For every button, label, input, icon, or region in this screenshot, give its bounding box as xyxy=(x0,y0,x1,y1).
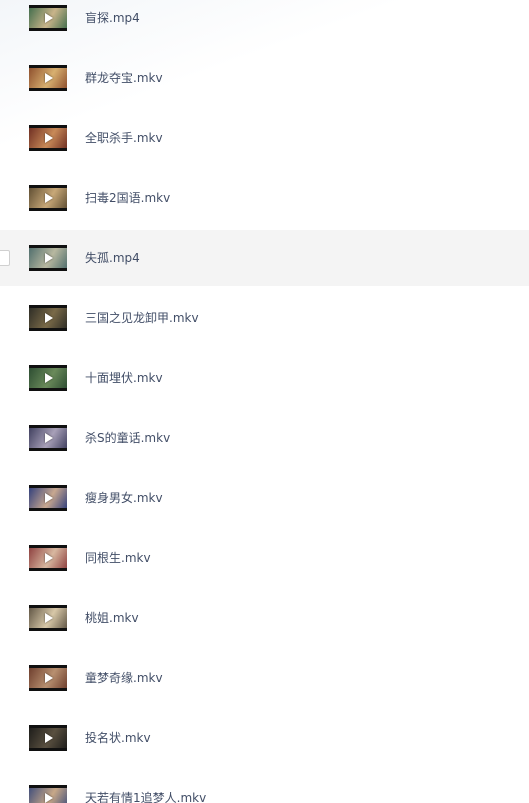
play-icon xyxy=(45,673,53,683)
file-name[interactable]: 扫毒2国语.mkv xyxy=(85,189,170,207)
file-name[interactable]: 桃姐.mkv xyxy=(85,609,139,627)
video-thumbnail[interactable] xyxy=(29,185,67,211)
play-icon xyxy=(45,793,53,803)
video-thumbnail[interactable] xyxy=(29,545,67,571)
play-icon xyxy=(45,733,53,743)
play-icon xyxy=(45,193,53,203)
video-thumbnail[interactable] xyxy=(29,65,67,91)
file-name[interactable]: 杀S的童话.mkv xyxy=(85,429,170,447)
video-thumbnail[interactable] xyxy=(29,5,67,31)
file-name[interactable]: 童梦奇缘.mkv xyxy=(85,669,163,687)
file-name[interactable]: 全职杀手.mkv xyxy=(85,129,163,147)
play-icon xyxy=(45,493,53,503)
play-icon xyxy=(45,253,53,263)
play-icon xyxy=(45,613,53,623)
play-icon xyxy=(45,73,53,83)
file-name[interactable]: 同根生.mkv xyxy=(85,549,151,567)
file-row[interactable]: 三国之见龙卸甲.mkv xyxy=(0,290,529,346)
file-row[interactable]: 天若有情1追梦人.mkv xyxy=(0,770,529,803)
file-row[interactable]: 瘦身男女.mkv xyxy=(0,470,529,526)
file-name[interactable]: 天若有情1追梦人.mkv xyxy=(85,789,206,803)
video-thumbnail[interactable] xyxy=(29,665,67,691)
file-name[interactable]: 投名状.mkv xyxy=(85,729,151,747)
file-row[interactable]: 扫毒2国语.mkv xyxy=(0,170,529,226)
file-name[interactable]: 失孤.mp4 xyxy=(85,249,140,267)
file-name[interactable]: 十面埋伏.mkv xyxy=(85,369,163,387)
play-icon xyxy=(45,133,53,143)
video-thumbnail[interactable] xyxy=(29,365,67,391)
file-list: 盲探.mp4 群龙夺宝.mkv 全职杀手.mkv 扫毒2国语.mkv 失孤.mp4 三国之… xyxy=(0,0,529,803)
file-row[interactable]: 十面埋伏.mkv xyxy=(0,350,529,406)
file-row[interactable]: 投名状.mkv xyxy=(0,710,529,766)
file-name[interactable]: 瘦身男女.mkv xyxy=(85,489,163,507)
video-thumbnail[interactable] xyxy=(29,785,67,803)
file-row[interactable]: 盲探.mp4 xyxy=(0,0,529,46)
video-thumbnail[interactable] xyxy=(29,485,67,511)
video-thumbnail[interactable] xyxy=(29,305,67,331)
play-icon xyxy=(45,313,53,323)
play-icon xyxy=(45,433,53,443)
file-row[interactable]: 童梦奇缘.mkv xyxy=(0,650,529,706)
file-row[interactable]: 杀S的童话.mkv xyxy=(0,410,529,466)
video-thumbnail[interactable] xyxy=(29,245,67,271)
play-icon xyxy=(45,553,53,563)
file-row[interactable]: 失孤.mp4 xyxy=(0,230,529,286)
video-thumbnail[interactable] xyxy=(29,125,67,151)
row-checkbox[interactable] xyxy=(0,250,10,266)
video-thumbnail[interactable] xyxy=(29,725,67,751)
file-row[interactable]: 同根生.mkv xyxy=(0,530,529,586)
play-icon xyxy=(45,13,53,23)
file-name[interactable]: 群龙夺宝.mkv xyxy=(85,69,163,87)
file-row[interactable]: 群龙夺宝.mkv xyxy=(0,50,529,106)
file-row[interactable]: 桃姐.mkv xyxy=(0,590,529,646)
file-row[interactable]: 全职杀手.mkv xyxy=(0,110,529,166)
file-name[interactable]: 三国之见龙卸甲.mkv xyxy=(85,309,199,327)
video-thumbnail[interactable] xyxy=(29,605,67,631)
play-icon xyxy=(45,373,53,383)
file-name[interactable]: 盲探.mp4 xyxy=(85,9,140,27)
video-thumbnail[interactable] xyxy=(29,425,67,451)
